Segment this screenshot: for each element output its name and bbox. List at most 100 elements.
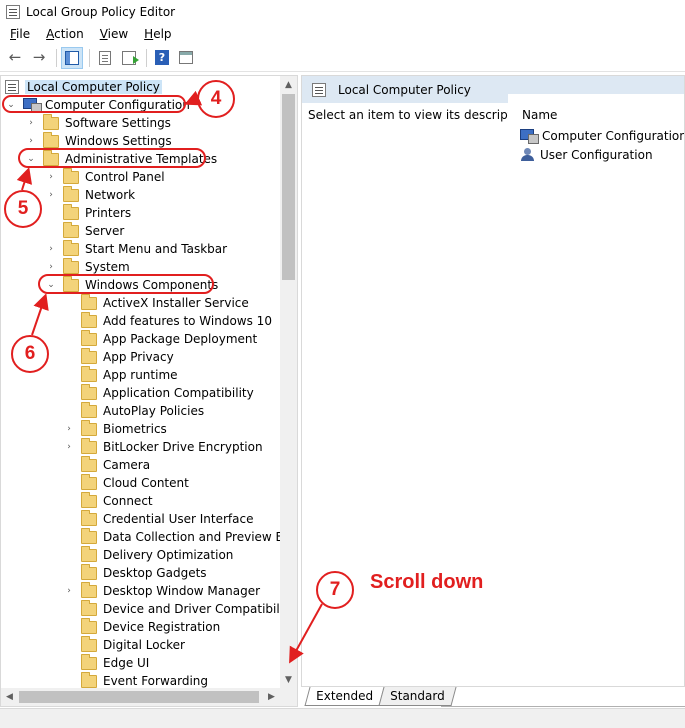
details-list[interactable]: Name Computer Configuration User Configu…: [508, 94, 685, 686]
tree-item-component[interactable]: Credential User Interface: [63, 509, 254, 528]
chevron-down-icon[interactable]: ⌄: [25, 153, 37, 165]
tree-item-computer-configuration[interactable]: ⌄ Computer Configuration: [5, 96, 190, 114]
tree-vertical-scrollbar[interactable]: ▲ ▼: [280, 76, 297, 688]
tree-item-component[interactable]: App runtime: [63, 365, 178, 384]
tree-item-component[interactable]: Camera: [63, 455, 150, 474]
chevron-right-icon[interactable]: ›: [25, 135, 37, 147]
tree-item-control-panel[interactable]: › Control Panel: [45, 167, 165, 186]
chevron-right-icon[interactable]: ›: [63, 423, 75, 435]
tree-item-label: Application Compatibility: [103, 386, 254, 400]
tree-item-component[interactable]: Device Registration: [63, 617, 220, 636]
tree-item-label: Computer Configuration: [45, 98, 190, 112]
menu-file[interactable]: File: [4, 27, 36, 41]
chevron-right-icon[interactable]: ›: [25, 117, 37, 129]
tree-item-component[interactable]: Connect: [63, 491, 153, 510]
chevron-right-icon[interactable]: ›: [45, 171, 57, 183]
column-header-name[interactable]: Name: [522, 108, 557, 122]
folder-icon: [63, 239, 79, 256]
tree-item-component[interactable]: App Package Deployment: [63, 329, 257, 348]
tree-item-label: Administrative Templates: [65, 152, 218, 166]
tree-item-component[interactable]: Digital Locker: [63, 635, 185, 654]
tree-item-start-menu-and-taskbar[interactable]: › Start Menu and Taskbar: [45, 239, 227, 258]
properties-button[interactable]: [94, 47, 116, 69]
chevron-right-icon[interactable]: ›: [45, 243, 57, 255]
tree-item-label: Event Forwarding: [103, 674, 209, 688]
folder-icon: [81, 473, 97, 490]
back-button[interactable]: ←: [4, 47, 26, 69]
folder-icon: [63, 257, 79, 274]
computer-configuration-icon: [520, 129, 539, 144]
tree-item-windows-settings[interactable]: › Windows Settings: [25, 131, 172, 150]
list-item-user-configuration[interactable]: User Configuration: [520, 148, 653, 162]
tree-item-label: Biometrics: [103, 422, 167, 436]
folder-icon: [81, 599, 97, 616]
help-icon: ?: [155, 50, 169, 65]
action-pane-button[interactable]: [175, 47, 197, 69]
tree-item-component[interactable]: › Biometrics: [63, 419, 167, 438]
tree-item-software-settings[interactable]: › Software Settings: [25, 113, 171, 132]
chevron-right-icon[interactable]: ›: [63, 441, 75, 453]
tree-item-system[interactable]: › System: [45, 257, 130, 276]
folder-icon: [81, 527, 97, 544]
tree-item-label: Device and Driver Compatibility: [103, 602, 295, 616]
tree-horizontal-scrollbar[interactable]: ◀ ▶: [1, 688, 280, 706]
tree-item-component[interactable]: App Privacy: [63, 347, 174, 366]
list-item-computer-configuration[interactable]: Computer Configuration: [520, 129, 685, 144]
folder-icon: [43, 149, 59, 166]
tree-item-label: Cloud Content: [103, 476, 189, 490]
tree-item-component[interactable]: Edge UI: [63, 653, 149, 672]
help-button[interactable]: ?: [151, 47, 173, 69]
tree-item-windows-components[interactable]: ⌄ Windows Components: [45, 275, 218, 294]
tree-item-local-computer-policy[interactable]: Local Computer Policy: [5, 78, 162, 96]
tree-item-component[interactable]: Application Compatibility: [63, 383, 254, 402]
policy-icon: [312, 82, 326, 97]
export-list-button[interactable]: [118, 47, 140, 69]
tree-item-label: Windows Settings: [65, 134, 172, 148]
scroll-down-arrow-icon[interactable]: ▼: [280, 671, 297, 688]
tab-divider: [441, 706, 685, 707]
tree-item-server[interactable]: Server: [45, 221, 125, 240]
scroll-right-arrow-icon[interactable]: ▶: [263, 688, 280, 706]
list-item-label: Computer Configuration: [542, 129, 685, 143]
scroll-up-arrow-icon[interactable]: ▲: [280, 76, 297, 93]
scroll-thumb[interactable]: [282, 94, 295, 280]
chevron-down-icon[interactable]: ⌄: [45, 279, 57, 291]
tree-item-label: Add features to Windows 10: [103, 314, 272, 328]
computer-configuration-icon: [23, 98, 42, 113]
menu-help[interactable]: Help: [138, 27, 177, 41]
tree-item-component[interactable]: ActiveX Installer Service: [63, 293, 249, 312]
chevron-right-icon[interactable]: ›: [45, 189, 57, 201]
tree-item-component[interactable]: Desktop Gadgets: [63, 563, 207, 582]
show-hide-tree-button[interactable]: [61, 46, 83, 69]
tree-item-component[interactable]: Add features to Windows 10: [63, 311, 272, 330]
forward-button[interactable]: →: [28, 47, 50, 69]
chevron-right-icon[interactable]: ›: [45, 261, 57, 273]
tree-item-administrative-templates[interactable]: ⌄ Administrative Templates: [25, 149, 218, 168]
tree-item-component[interactable]: › Desktop Window Manager: [63, 581, 260, 600]
chevron-right-icon[interactable]: ›: [63, 585, 75, 597]
tree-item-component[interactable]: Device and Driver Compatibility: [63, 599, 295, 618]
tree-item-component[interactable]: › BitLocker Drive Encryption: [63, 437, 263, 456]
menu-view[interactable]: View: [94, 27, 134, 41]
scroll-left-arrow-icon[interactable]: ◀: [1, 688, 18, 706]
tree-item-label: Printers: [85, 206, 132, 220]
tree-item-component[interactable]: Cloud Content: [63, 473, 189, 492]
tree-item-label: Credential User Interface: [103, 512, 254, 526]
group-policy-editor-window: Local Group Policy Editor File Action Vi…: [0, 0, 685, 728]
tree-item-component[interactable]: Data Collection and Preview Build: [63, 527, 297, 546]
tree-item-printers[interactable]: Printers: [45, 203, 132, 222]
console-tree[interactable]: Local Computer Policy ⌄ Computer Configu…: [0, 75, 298, 707]
folder-icon: [81, 635, 97, 652]
tree-item-component[interactable]: AutoPlay Policies: [63, 401, 204, 420]
folder-icon: [81, 509, 97, 526]
tab-extended[interactable]: Extended: [304, 687, 385, 706]
menu-action[interactable]: Action: [40, 27, 90, 41]
tree-item-label: ActiveX Installer Service: [103, 296, 249, 310]
folder-icon: [43, 113, 59, 130]
tree-item-component[interactable]: Delivery Optimization: [63, 545, 233, 564]
scroll-thumb[interactable]: [19, 691, 259, 703]
tab-standard[interactable]: Standard: [378, 687, 457, 706]
tree-item-label: Server: [85, 224, 125, 238]
tree-item-network[interactable]: › Network: [45, 185, 135, 204]
chevron-down-icon[interactable]: ⌄: [5, 99, 17, 111]
